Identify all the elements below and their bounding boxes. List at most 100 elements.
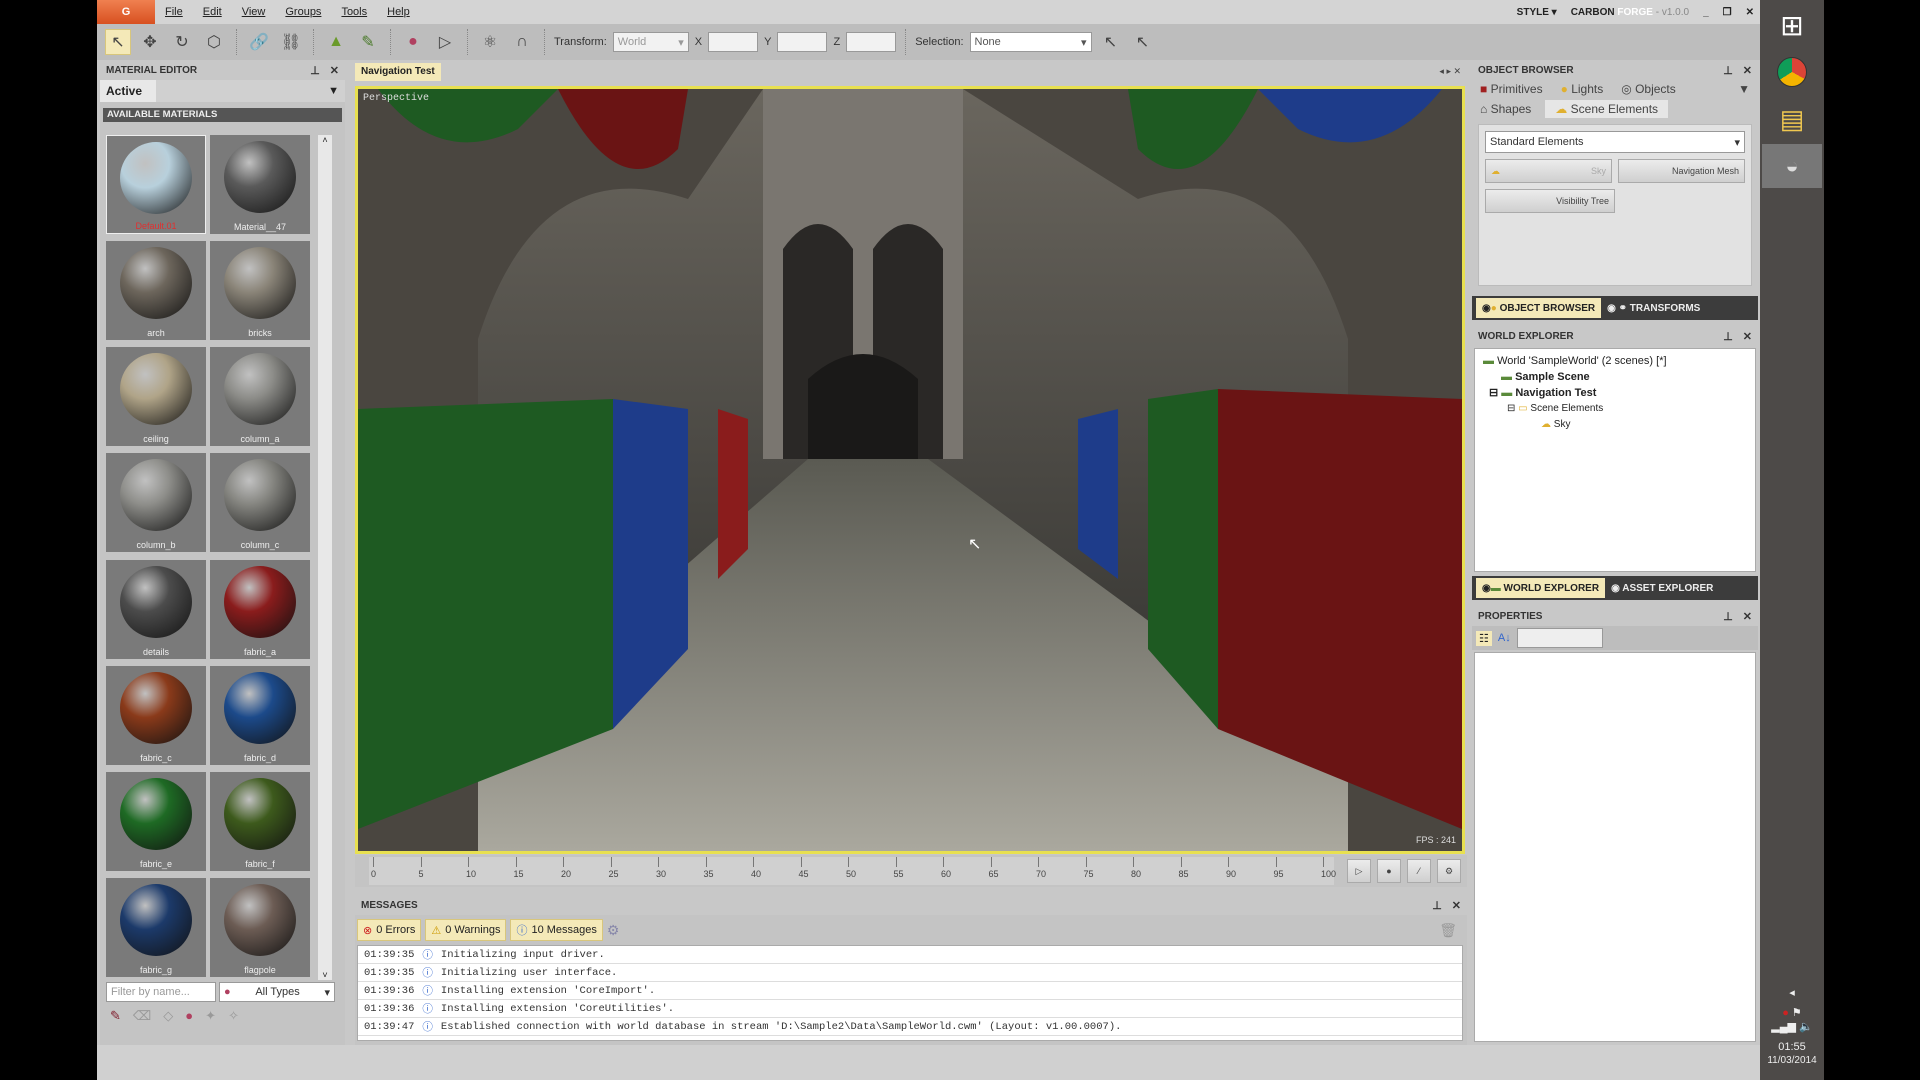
close-icon[interactable]: ✕ <box>1743 610 1752 623</box>
errors-filter-button[interactable]: ⊗ 0 Errors <box>357 919 422 941</box>
tray-expand-icon[interactable]: ◂ <box>1760 986 1824 1000</box>
navigation-mesh-button[interactable]: Navigation Mesh <box>1618 159 1745 183</box>
trash-icon[interactable]: 🗑 <box>1439 922 1457 939</box>
menu-view[interactable]: View <box>232 6 276 18</box>
material-item[interactable]: arch <box>106 241 206 341</box>
select-pointer-icon[interactable]: ↖ <box>1098 29 1124 55</box>
style-menu[interactable]: STYLE ▾ <box>1517 7 1557 18</box>
duplicate-icon[interactable]: ✦ <box>205 1008 216 1024</box>
volume-icon[interactable]: 🔈 <box>1799 1021 1813 1033</box>
messages-filter-button[interactable]: ⓘ 10 Messages <box>510 919 603 941</box>
material-item[interactable]: fabric_a <box>210 559 310 659</box>
menu-help[interactable]: Help <box>377 6 420 18</box>
dock-tab-transforms[interactable]: ◉ ⚭ TRANSFORMS <box>1607 303 1700 314</box>
clock-date[interactable]: 11/03/2014 <box>1760 1054 1824 1068</box>
dock-tab-object-browser[interactable]: ◉ ● OBJECT BROWSER <box>1476 298 1602 318</box>
pin-icon[interactable]: ⊥ <box>1432 899 1442 912</box>
material-item[interactable]: Default.01 <box>106 135 206 234</box>
material-item[interactable]: flagpole <box>210 877 310 977</box>
material-item[interactable]: details <box>106 559 206 659</box>
menu-edit[interactable]: Edit <box>193 6 232 18</box>
move-tool-icon[interactable]: ✥ <box>137 29 163 55</box>
material-item[interactable]: bricks <box>210 241 310 341</box>
close-icon[interactable]: ✕ <box>330 64 339 77</box>
tree-item-world[interactable]: ▬ World 'SampleWorld' (2 scenes) [*] <box>1483 353 1747 369</box>
close-icon[interactable]: ✕ <box>1743 64 1752 77</box>
delete-material-icon[interactable]: ✧ <box>228 1008 239 1024</box>
material-scrollbar[interactable]: ˄ ˅ <box>318 135 332 980</box>
warnings-filter-button[interactable]: ⚠ 0 Warnings <box>425 919 507 941</box>
material-item[interactable]: column_c <box>210 453 310 553</box>
flag-icon[interactable]: ⚑ <box>1792 1007 1802 1019</box>
material-item[interactable]: fabric_d <box>210 665 310 765</box>
pin-icon[interactable]: ⊥ <box>1723 610 1733 623</box>
viewport-3d[interactable]: Perspective FPS : 241 ↖ <box>355 86 1465 854</box>
timeline-ruler[interactable]: 0 5 10 15 20 25 30 35 40 45 50 55 60 65 70 75 80 85 90 95 10… <box>369 857 1336 885</box>
z-input[interactable] <box>846 32 897 52</box>
windows-start-icon[interactable]: ⊞ <box>1762 3 1822 47</box>
render-icon[interactable]: ● <box>400 29 426 55</box>
material-item[interactable]: fabric_f <box>210 771 310 871</box>
network-icon[interactable]: ▂▄▆ <box>1771 1021 1796 1033</box>
collapse-icon[interactable]: ⊟ <box>1507 403 1515 414</box>
link-icon[interactable]: 🔗 <box>246 29 272 55</box>
copy-material-icon[interactable]: ◇ <box>163 1008 173 1024</box>
chevron-down-icon[interactable]: ▼ <box>1738 82 1750 96</box>
tree-item-sky[interactable]: ☁ Sky <box>1483 417 1747 433</box>
material-item[interactable]: fabric_c <box>106 665 206 765</box>
dock-tab-world-explorer[interactable]: ◉ ▬ WORLD EXPLORER <box>1476 578 1606 598</box>
close-button[interactable]: ✕ <box>1746 7 1754 18</box>
unlink-icon[interactable]: ⛓ <box>278 29 304 55</box>
minimize-button[interactable]: _ <box>1703 7 1709 18</box>
menu-file[interactable]: File <box>155 6 193 18</box>
y-input[interactable] <box>777 32 828 52</box>
timeline-settings-button[interactable]: ⚙ <box>1437 859 1461 883</box>
collapse-icon[interactable]: ⊟ <box>1489 387 1498 399</box>
eyedropper-icon[interactable]: ✎ <box>110 1008 121 1024</box>
tab-primitives[interactable]: ■ Primitives <box>1480 82 1543 96</box>
viewport-mode-label[interactable]: Perspective <box>363 93 429 104</box>
rotate-tool-icon[interactable]: ↻ <box>169 29 195 55</box>
play-icon[interactable]: ▷ <box>432 29 458 55</box>
material-item[interactable]: column_b <box>106 453 206 553</box>
menu-tools[interactable]: Tools <box>331 6 377 18</box>
sort-alpha-icon[interactable]: A↓ <box>1498 632 1511 644</box>
eraser-icon[interactable]: ⌫ <box>133 1008 151 1024</box>
transform-space-select[interactable]: World ▾ <box>612 32 689 52</box>
timeline-play-button[interactable]: ▷ <box>1347 859 1371 883</box>
properties-search-input[interactable] <box>1516 628 1603 648</box>
visibility-tree-button[interactable]: Visibility Tree <box>1485 189 1615 213</box>
material-item[interactable]: column_a <box>210 347 310 447</box>
file-explorer-icon[interactable]: ▤ <box>1762 97 1822 141</box>
tray-app-icon[interactable]: ● <box>1782 1007 1789 1019</box>
tree-item-sample-scene[interactable]: ▬ Sample Scene <box>1483 369 1747 385</box>
tab-lights[interactable]: ● Lights <box>1561 82 1604 96</box>
material-item[interactable]: fabric_e <box>106 771 206 871</box>
dock-tab-asset-explorer[interactable]: ◉ ASSET EXPLORER <box>1611 583 1713 594</box>
select-object-icon[interactable]: ↖ <box>1130 29 1156 55</box>
chevron-down-icon[interactable]: ▼ <box>328 85 345 97</box>
close-icon[interactable]: ✕ <box>1743 330 1752 343</box>
selection-select[interactable]: None ▾ <box>969 32 1092 52</box>
material-item[interactable]: ceiling <box>106 347 206 447</box>
tree-item-scene-elements[interactable]: ⊟ ▭ Scene Elements <box>1483 401 1747 417</box>
material-item[interactable]: fabric_g <box>106 877 206 977</box>
pin-icon[interactable]: ⊥ <box>1723 64 1733 77</box>
type-filter-select[interactable]: ● All Types ▾ <box>219 982 335 1002</box>
viewport-controls[interactable]: ◂ ▸ ✕ <box>1439 66 1461 77</box>
app-taskbar-icon[interactable]: ◒ <box>1762 144 1822 188</box>
snap-icon[interactable]: ▲ <box>323 29 349 55</box>
pin-icon[interactable]: ⊥ <box>310 64 320 77</box>
tab-active[interactable]: Active <box>100 80 156 102</box>
settings-icon[interactable]: ⚙ <box>607 922 620 939</box>
sky-button[interactable]: ☁ Sky <box>1485 159 1613 183</box>
tab-navigation-test[interactable]: Navigation Test <box>355 63 441 81</box>
tab-shapes[interactable]: ⌂ Shapes <box>1480 102 1531 116</box>
app-logo-button[interactable]: G <box>97 0 155 24</box>
x-input[interactable] <box>708 32 759 52</box>
tree-item-navigation-test[interactable]: ⊟ ▬ Navigation Test <box>1483 385 1747 401</box>
close-icon[interactable]: ✕ <box>1452 899 1461 912</box>
tab-scene-elements[interactable]: ☁ Scene Elements <box>1545 100 1669 118</box>
physics-icon[interactable]: ⚛ <box>477 29 503 55</box>
pin-icon[interactable]: ⊥ <box>1723 330 1733 343</box>
